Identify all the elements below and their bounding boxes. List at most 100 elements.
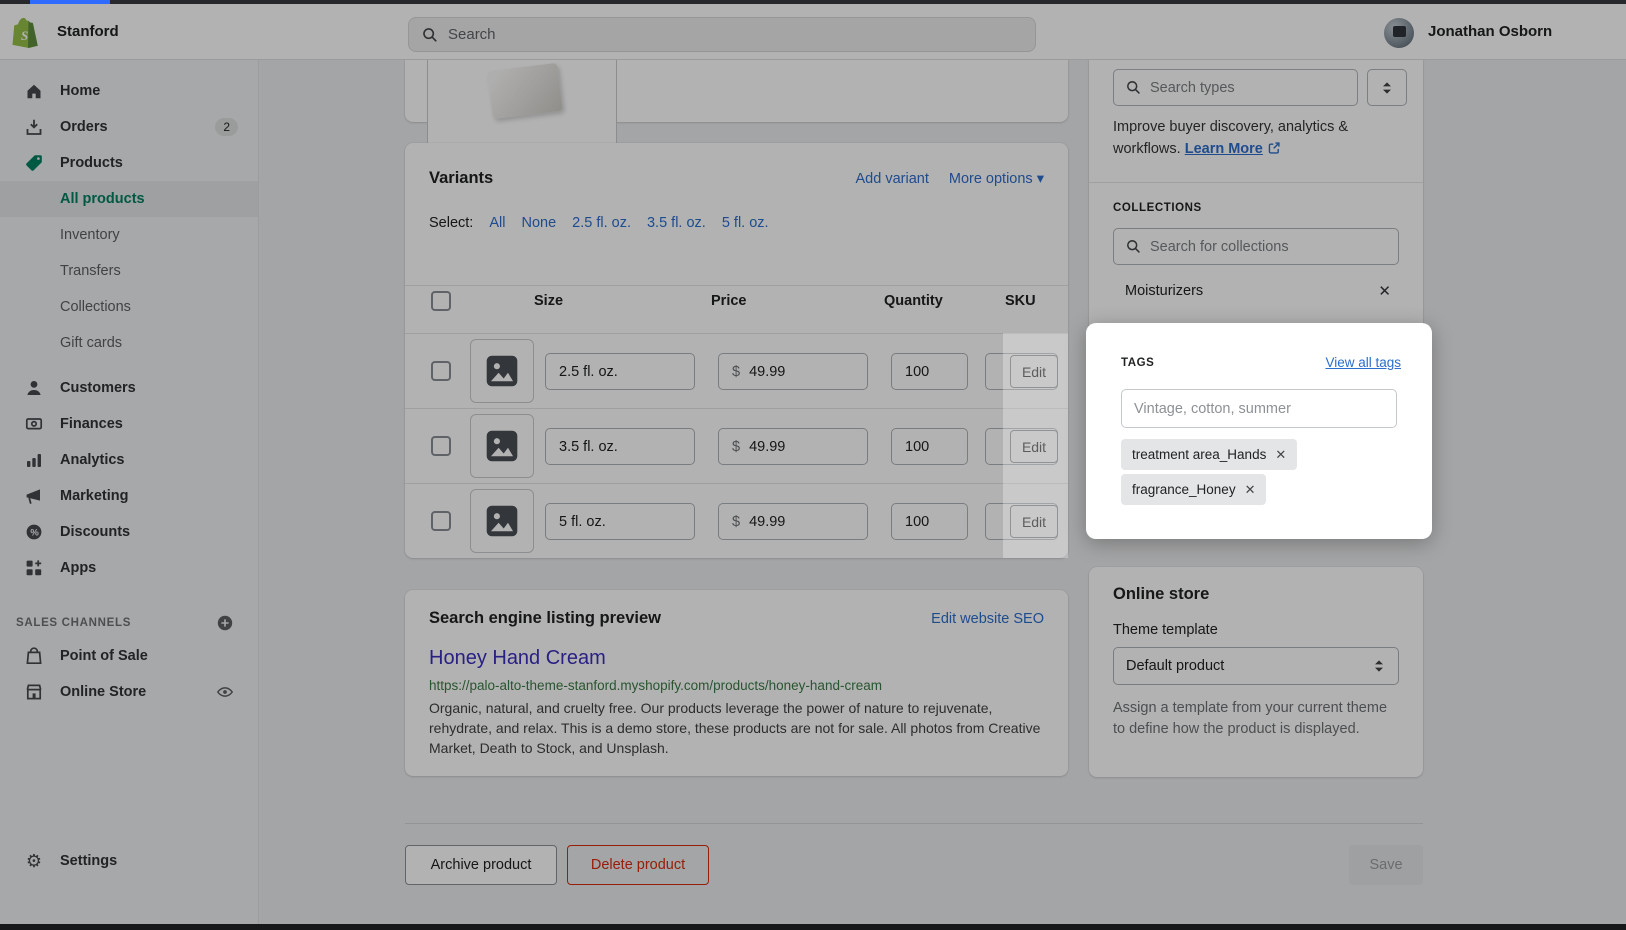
select-none-link[interactable]: None [521, 215, 556, 231]
sidebar-item-inventory[interactable]: Inventory [0, 217, 258, 253]
remove-tag-icon[interactable]: ✕ [1245, 482, 1256, 498]
global-search[interactable] [408, 17, 1036, 52]
user-name[interactable]: Jonathan Osborn [1428, 23, 1552, 40]
column-sku: SKU [1005, 293, 1036, 309]
progress-segment [30, 0, 110, 4]
image-icon [485, 429, 519, 463]
sidebar-item-online-store[interactable]: Online Store [0, 674, 258, 710]
sidebar-item-analytics[interactable]: Analytics [0, 442, 258, 478]
store-name: Stanford [57, 23, 119, 40]
product-type-help-text: Improve buyer discovery, analytics & wor… [1113, 116, 1393, 160]
top-bar: S Stanford Jonathan Osborn [0, 4, 1626, 60]
apps-grid-icon [24, 558, 44, 578]
variant-size-field[interactable]: 3.5 fl. oz. [545, 428, 695, 465]
sidebar-item-collections[interactable]: Collections [0, 289, 258, 325]
image-icon [485, 504, 519, 538]
variant-checkbox[interactable] [431, 436, 451, 456]
archive-product-button[interactable]: Archive product [405, 845, 557, 885]
variant-checkbox[interactable] [431, 511, 451, 531]
point-of-sale-bag-icon [24, 646, 44, 666]
product-type-input[interactable] [1150, 80, 1346, 96]
product-type-search[interactable] [1113, 69, 1358, 106]
variant-edit-button[interactable]: Edit [1010, 355, 1058, 388]
variant-edit-button[interactable]: Edit [1010, 505, 1058, 538]
variant-image-placeholder[interactable] [470, 414, 534, 478]
select-size-1-link[interactable]: 2.5 fl. oz. [572, 215, 631, 231]
edit-website-seo-link[interactable]: Edit website SEO [931, 611, 1044, 627]
delete-product-button[interactable]: Delete product [567, 845, 709, 885]
variant-size-field[interactable]: 5 fl. oz. [545, 503, 695, 540]
theme-template-select[interactable]: Default product [1113, 647, 1399, 685]
online-store-card: Online store Theme template Default prod… [1089, 567, 1423, 777]
divider [1089, 182, 1423, 183]
variant-price-field[interactable]: $49.99 [718, 503, 868, 540]
marketing-megaphone-icon [24, 486, 44, 506]
variant-price-field[interactable]: $49.99 [718, 428, 868, 465]
add-variant-link[interactable]: Add variant [856, 171, 929, 187]
column-quantity: Quantity [884, 293, 943, 309]
variant-price-field[interactable]: $49.99 [718, 353, 868, 390]
learn-more-link[interactable]: Learn More [1185, 141, 1263, 157]
remove-collection-icon[interactable]: ✕ [1378, 282, 1391, 300]
variant-quantity-field[interactable]: 100 [891, 428, 968, 465]
sidebar-item-discounts[interactable]: % Discounts [0, 514, 258, 550]
save-button[interactable]: Save [1349, 845, 1423, 885]
select-size-3-link[interactable]: 5 fl. oz. [722, 215, 769, 231]
select-all-checkbox[interactable] [431, 291, 451, 311]
more-options-link[interactable]: More options ▾ [949, 171, 1044, 187]
image-icon [485, 354, 519, 388]
search-icon [1125, 238, 1142, 255]
global-search-input[interactable] [448, 26, 1023, 43]
view-all-tags-link[interactable]: View all tags [1325, 355, 1401, 370]
variant-image-placeholder[interactable] [470, 489, 534, 553]
sidebar-item-transfers[interactable]: Transfers [0, 253, 258, 289]
sidebar-item-all-products[interactable]: All products [0, 181, 258, 217]
sidebar-item-marketing[interactable]: Marketing [0, 478, 258, 514]
sidebar-item-point-of-sale[interactable]: Point of Sale [0, 638, 258, 674]
column-price: Price [711, 293, 746, 309]
tags-input-wrap[interactable] [1121, 389, 1397, 428]
preview-eye-icon[interactable] [216, 683, 234, 701]
finances-icon [24, 414, 44, 434]
variant-size-field[interactable]: 2.5 fl. oz. [545, 353, 695, 390]
collections-header: COLLECTIONS [1113, 202, 1202, 214]
remove-tag-icon[interactable]: ✕ [1275, 447, 1286, 463]
shopify-logo-icon[interactable]: S [12, 15, 44, 51]
variants-title: Variants [429, 169, 493, 188]
online-store-icon [24, 682, 44, 702]
variant-edit-button[interactable]: Edit [1010, 430, 1058, 463]
product-type-stepper[interactable] [1367, 69, 1407, 106]
variant-image-placeholder[interactable] [470, 339, 534, 403]
seo-page-title[interactable]: Honey Hand Cream [429, 647, 606, 670]
select-size-2-link[interactable]: 3.5 fl. oz. [647, 215, 706, 231]
sidebar-item-apps[interactable]: Apps [0, 550, 258, 586]
avatar-photo [1393, 26, 1406, 37]
select-label: Select: [429, 215, 473, 231]
add-sales-channel-icon[interactable] [216, 614, 234, 632]
seo-page-url: https://palo-alto-theme-stanford.myshopi… [429, 678, 882, 693]
variant-checkbox[interactable] [431, 361, 451, 381]
sidebar-item-finances[interactable]: Finances [0, 406, 258, 442]
home-icon [24, 81, 44, 101]
user-avatar[interactable] [1384, 18, 1414, 48]
variant-row: 3.5 fl. oz. $49.99 100 Edit [405, 408, 1068, 483]
sidebar-item-settings[interactable]: ⚙ Settings [0, 843, 258, 879]
orders-icon [24, 117, 44, 137]
collections-search[interactable] [1113, 228, 1399, 265]
variant-quantity-field[interactable]: 100 [891, 503, 968, 540]
sidebar-item-customers[interactable]: Customers [0, 370, 258, 406]
tags-input[interactable] [1134, 401, 1384, 417]
collection-item-label: Moisturizers [1125, 283, 1203, 299]
theme-template-description: Assign a template from your current them… [1113, 698, 1399, 740]
sidebar-item-products[interactable]: Products [0, 145, 258, 181]
chevron-down-icon: ▾ [1037, 171, 1044, 187]
sidebar-item-orders[interactable]: Orders 2 [0, 109, 258, 145]
sidebar-item-home[interactable]: Home [0, 73, 258, 109]
variant-quantity-field[interactable]: 100 [891, 353, 968, 390]
variant-row: 5 fl. oz. $49.99 100 Edit [405, 483, 1068, 558]
seo-card-title: Search engine listing preview [429, 609, 661, 628]
footer-divider [405, 823, 1423, 824]
sidebar-item-gift-cards[interactable]: Gift cards [0, 325, 258, 361]
select-all-link[interactable]: All [489, 215, 505, 231]
collections-search-input[interactable] [1150, 239, 1387, 255]
